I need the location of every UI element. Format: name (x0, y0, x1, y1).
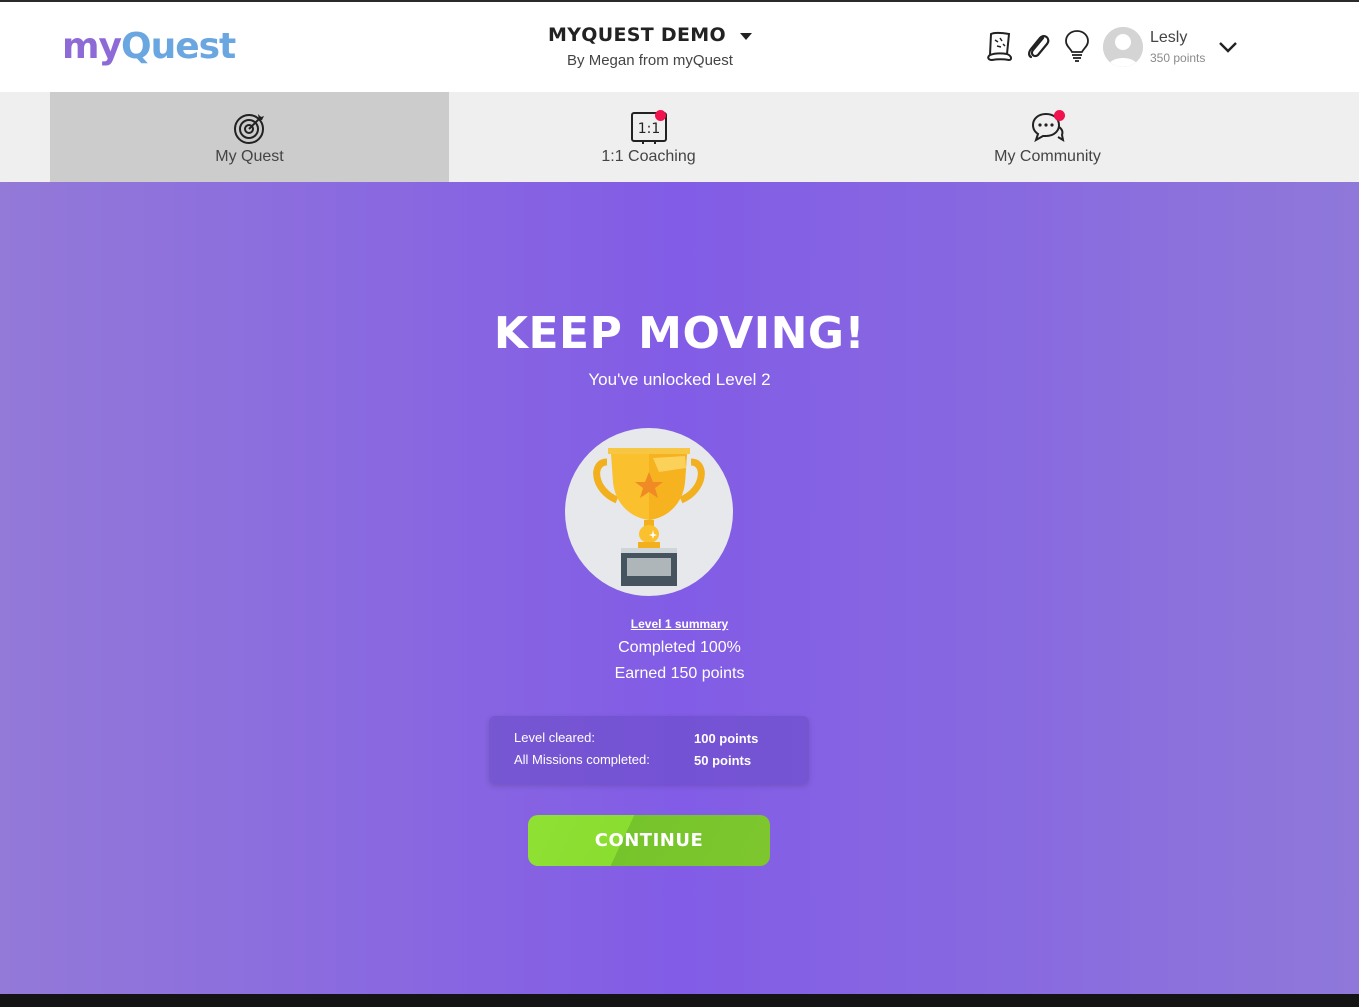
app-header: myQuest MYQUEST DEMO By Megan from myQue… (0, 2, 1359, 92)
program-subtitle: By Megan from myQuest (567, 52, 733, 69)
avatar[interactable] (1103, 27, 1143, 67)
program-selector: MYQUEST DEMO By Megan from myQuest (480, 24, 820, 69)
breakdown-label: All Missions completed: (514, 752, 650, 767)
user-points: 350 points (1150, 51, 1206, 65)
tab-label: My Community (994, 148, 1101, 165)
tab-my-quest[interactable]: My Quest (50, 92, 449, 182)
lightbulb-icon[interactable] (1061, 28, 1093, 64)
level-complete-panel: KEEP MOVING! You've unlocked Level 2 Lev… (0, 182, 1359, 994)
trophy-icon (565, 428, 733, 596)
svg-text:1:1: 1:1 (637, 121, 660, 137)
target-icon (232, 110, 268, 146)
tab-bar: My Quest 1:1 1:1 Coaching My Community (0, 92, 1359, 182)
breakdown-value: 50 points (694, 753, 752, 768)
breakdown-label: Level cleared: (514, 730, 595, 745)
level-summary-link[interactable]: Level 1 summary (0, 617, 1359, 631)
subline: You've unlocked Level 2 (588, 370, 771, 389)
map-scroll-icon[interactable] (984, 28, 1016, 64)
points-breakdown: Level cleared: 100 points All Missions c… (489, 716, 809, 784)
user-name: Lesly (1150, 29, 1188, 46)
caret-down-icon (739, 32, 752, 40)
program-title: MYQUEST DEMO (548, 24, 726, 46)
tab-community[interactable]: My Community (848, 92, 1247, 182)
footer-bar (0, 994, 1359, 1007)
program-dropdown[interactable]: MYQUEST DEMO (548, 24, 752, 46)
tab-label: My Quest (215, 148, 284, 165)
tab-coaching[interactable]: 1:1 1:1 Coaching (449, 92, 848, 182)
headline: KEEP MOVING! (493, 308, 866, 359)
breakdown-value: 100 points (694, 731, 759, 746)
notification-badge (655, 110, 666, 121)
tab-label: 1:1 Coaching (601, 148, 696, 165)
earned-text: Earned 150 points (614, 665, 745, 682)
notification-badge (1054, 110, 1065, 121)
chevron-down-icon[interactable] (1216, 36, 1240, 58)
paperclip-icon[interactable] (1022, 28, 1054, 64)
continue-button[interactable]: CONTINUE (528, 815, 770, 866)
completed-text: Completed 100% (618, 639, 741, 656)
myquest-logo[interactable]: myQuest (62, 24, 236, 70)
